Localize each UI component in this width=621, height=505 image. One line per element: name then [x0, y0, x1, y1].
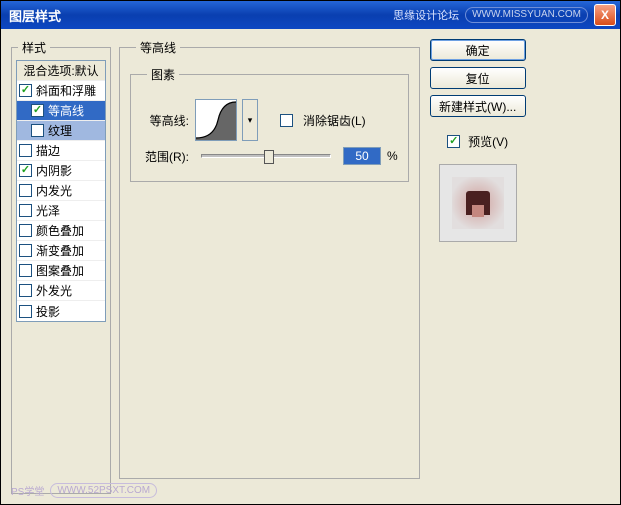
style-checkbox[interactable] — [19, 305, 32, 318]
style-checkbox[interactable] — [19, 224, 32, 237]
style-checkbox[interactable] — [19, 244, 32, 257]
style-checkbox[interactable] — [19, 184, 32, 197]
styles-legend: 样式 — [18, 39, 50, 56]
style-label: 描边 — [36, 142, 60, 159]
elements-group: 图素 等高线: ▾ 消除锯齿(L) 范围(R): — [130, 66, 409, 182]
style-row[interactable]: 投影 — [17, 301, 105, 321]
style-row[interactable]: 等高线 — [17, 101, 105, 121]
style-label: 图案叠加 — [36, 262, 84, 279]
range-label: 范围(R): — [141, 148, 189, 165]
style-checkbox[interactable] — [19, 284, 32, 297]
style-label: 内发光 — [36, 182, 72, 199]
style-checkbox[interactable] — [19, 164, 32, 177]
style-checkbox[interactable] — [31, 104, 44, 117]
style-label: 光泽 — [36, 202, 60, 219]
style-label: 纹理 — [48, 122, 72, 139]
style-row[interactable]: 内发光 — [17, 181, 105, 201]
contour-label: 等高线: — [141, 112, 189, 129]
style-label: 等高线 — [48, 102, 84, 119]
style-row[interactable]: 光泽 — [17, 201, 105, 221]
style-label: 内阴影 — [36, 162, 72, 179]
preview-label: 预览(V) — [468, 133, 508, 150]
inner-legend: 图素 — [147, 66, 179, 83]
style-label: 外发光 — [36, 282, 72, 299]
style-label: 颜色叠加 — [36, 222, 84, 239]
range-slider-thumb[interactable] — [264, 150, 274, 164]
blend-options-header[interactable]: 混合选项:默认 — [17, 61, 105, 81]
watermark-url: WWW.MISSYUAN.COM — [465, 7, 588, 23]
ok-button[interactable]: 确定 — [430, 39, 526, 61]
watermark-text: 思缘设计论坛 — [393, 7, 459, 23]
range-slider[interactable] — [201, 154, 331, 158]
cancel-button[interactable]: 复位 — [430, 67, 526, 89]
right-panel: 确定 复位 新建样式(W)... 预览(V) — [428, 39, 528, 494]
styles-panel: 样式 混合选项:默认 斜面和浮雕等高线纹理描边内阴影内发光光泽颜色叠加渐变叠加图… — [11, 39, 111, 494]
range-input[interactable] — [343, 147, 381, 165]
contour-dropdown-button[interactable]: ▾ — [242, 99, 258, 141]
styles-list: 混合选项:默认 斜面和浮雕等高线纹理描边内阴影内发光光泽颜色叠加渐变叠加图案叠加… — [16, 60, 106, 322]
style-row[interactable]: 外发光 — [17, 281, 105, 301]
style-row[interactable]: 描边 — [17, 141, 105, 161]
style-row[interactable]: 颜色叠加 — [17, 221, 105, 241]
style-checkbox[interactable] — [19, 204, 32, 217]
antialias-checkbox[interactable] — [280, 114, 293, 127]
style-checkbox[interactable] — [31, 124, 44, 137]
titlebar: 图层样式 思缘设计论坛 WWW.MISSYUAN.COM X — [1, 1, 620, 29]
footer-watermark: PS学堂 WWW.52PSXT.COM — [11, 483, 157, 498]
style-label: 投影 — [36, 303, 60, 320]
preview-checkbox[interactable] — [447, 135, 460, 148]
new-style-button[interactable]: 新建样式(W)... — [430, 95, 526, 117]
style-row[interactable]: 渐变叠加 — [17, 241, 105, 261]
contour-picker[interactable] — [195, 99, 237, 141]
layer-style-dialog: 图层样式 思缘设计论坛 WWW.MISSYUAN.COM X 样式 混合选项:默… — [0, 0, 621, 505]
antialias-label: 消除锯齿(L) — [303, 112, 366, 129]
style-checkbox[interactable] — [19, 144, 32, 157]
style-label: 斜面和浮雕 — [36, 82, 96, 99]
preview-thumbnail — [439, 164, 517, 242]
style-checkbox[interactable] — [19, 264, 32, 277]
close-icon[interactable]: X — [594, 4, 616, 26]
window-title: 图层样式 — [9, 6, 393, 25]
center-legend: 等高线 — [136, 39, 180, 56]
style-row[interactable]: 纹理 — [17, 121, 105, 141]
style-checkbox[interactable] — [19, 84, 32, 97]
style-label: 渐变叠加 — [36, 242, 84, 259]
percent-label: % — [387, 149, 398, 163]
style-row[interactable]: 图案叠加 — [17, 261, 105, 281]
style-row[interactable]: 斜面和浮雕 — [17, 81, 105, 101]
contour-settings: 等高线 图素 等高线: ▾ 消除锯齿(L) 范围(R): — [119, 39, 420, 479]
style-row[interactable]: 内阴影 — [17, 161, 105, 181]
